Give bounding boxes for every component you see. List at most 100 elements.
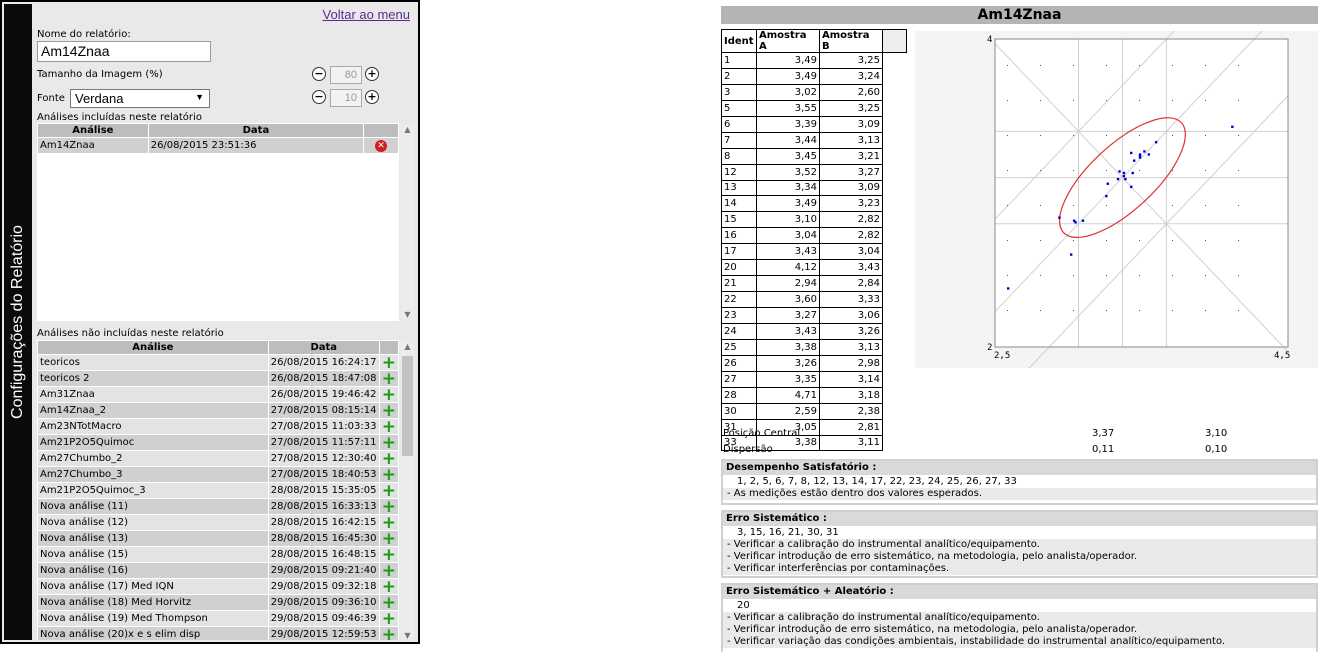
analysis-name: Nova análise (19) Med Thompson bbox=[37, 610, 269, 627]
image-size-decrease-button[interactable]: − bbox=[312, 67, 326, 81]
excluded-analyses-list: Análise Data teoricos 26/08/2015 16:24:17… bbox=[37, 340, 399, 640]
report-name-input[interactable]: Am14Znaa bbox=[37, 41, 211, 62]
sample-a-cell: 3,04 bbox=[756, 227, 820, 245]
table-row[interactable]: Am27Chumbo_3 27/08/2015 18:40:53 + bbox=[37, 466, 399, 483]
grid-dot bbox=[1238, 205, 1239, 206]
add-icon[interactable]: + bbox=[378, 610, 399, 627]
grid-dot bbox=[1106, 65, 1107, 66]
add-icon[interactable]: + bbox=[378, 530, 399, 547]
grid-dot bbox=[1040, 100, 1041, 101]
add-icon[interactable]: + bbox=[378, 418, 399, 435]
table-row[interactable]: Am31Znaa 26/08/2015 19:46:42 + bbox=[37, 386, 399, 403]
table-row[interactable]: Nova análise (15) 28/08/2015 16:48:15 + bbox=[37, 546, 399, 563]
analysis-date: 26/08/2015 18:47:08 bbox=[267, 370, 380, 387]
grid-dot bbox=[1073, 310, 1074, 311]
analysis-name: Am23NTotMacro bbox=[37, 418, 269, 435]
analysis-date: 27/08/2015 11:57:11 bbox=[267, 434, 380, 451]
add-icon[interactable]: + bbox=[378, 370, 399, 387]
x-tick-max: 4,5 bbox=[1274, 351, 1290, 361]
grid-dot bbox=[1205, 205, 1206, 206]
add-icon[interactable]: + bbox=[378, 354, 399, 371]
finding-ids: 3, 15, 16, 21, 30, 31 bbox=[737, 527, 839, 538]
included-list-scrollbar[interactable]: ▲ ▼ bbox=[401, 125, 414, 319]
scrollbar-thumb[interactable] bbox=[402, 356, 413, 456]
scroll-up-arrow[interactable]: ▲ bbox=[401, 125, 414, 134]
data-point bbox=[1122, 174, 1126, 178]
add-icon[interactable]: + bbox=[378, 562, 399, 579]
add-icon[interactable]: + bbox=[378, 594, 399, 611]
data-point bbox=[1074, 221, 1077, 224]
table-row[interactable]: Am27Chumbo_2 27/08/2015 12:30:40 + bbox=[37, 450, 399, 467]
add-icon[interactable]: + bbox=[378, 514, 399, 531]
table-row[interactable]: Am14Znaa_2 27/08/2015 08:15:14 + bbox=[37, 402, 399, 419]
grid-dot bbox=[1172, 275, 1173, 276]
scroll-down-arrow[interactable]: ▼ bbox=[401, 310, 414, 319]
y-tick-max: 4 bbox=[987, 35, 992, 45]
finding-box-systematic: Erro Sistemático : 3, 15, 16, 21, 30, 31… bbox=[721, 510, 1318, 578]
finding-note: - Verificar introdução de erro sistemáti… bbox=[723, 551, 1316, 563]
back-to-menu-link[interactable]: Voltar ao menu bbox=[323, 7, 410, 22]
table-row[interactable]: Nova análise (18) Med Horvitz 29/08/2015 … bbox=[37, 594, 399, 611]
analysis-name: Am21P2O5Quimoc bbox=[37, 434, 269, 451]
grid-dot bbox=[1073, 240, 1074, 241]
table-row: 27 3,35 3,14 bbox=[721, 370, 907, 388]
table-row[interactable]: Nova análise (19) Med Thompson 29/08/2015… bbox=[37, 610, 399, 627]
excluded-list-scrollbar[interactable]: ▲ ▼ bbox=[401, 342, 414, 640]
font-size-field[interactable]: 10 bbox=[330, 89, 362, 107]
add-icon[interactable]: + bbox=[378, 482, 399, 499]
finding-note: - Verificar a calibração do instrumental… bbox=[723, 539, 1316, 551]
central-position-a: 3,37 bbox=[1092, 428, 1115, 439]
add-icon[interactable]: + bbox=[378, 546, 399, 563]
table-row[interactable]: teoricos 2 26/08/2015 18:47:08 + bbox=[37, 370, 399, 387]
dispersion-label: Dispersão bbox=[723, 444, 773, 455]
add-icon[interactable]: + bbox=[378, 386, 399, 403]
table-row[interactable]: Am21P2O5Quimoc 27/08/2015 11:57:11 + bbox=[37, 434, 399, 451]
table-row[interactable]: Nova análise (11) 28/08/2015 16:33:13 + bbox=[37, 498, 399, 515]
report-name-label: Nome do relatório: bbox=[37, 29, 131, 40]
table-row[interactable]: Am21P2O5Quimoc_3 28/08/2015 15:35:05 + bbox=[37, 482, 399, 499]
report-settings-panel: Configurações do Relatório Voltar ao men… bbox=[0, 0, 420, 644]
settings-vertical-tab[interactable]: Configurações do Relatório bbox=[4, 4, 32, 640]
table-row[interactable]: Nova análise (17) Med IQN 29/08/2015 09:3… bbox=[37, 578, 399, 595]
grid-dot bbox=[1205, 135, 1206, 136]
font-size-increase-button[interactable]: + bbox=[365, 90, 379, 104]
sample-b-cell: 3,33 bbox=[819, 291, 883, 308]
finding-note: - Verificar variação das condições ambie… bbox=[723, 636, 1316, 648]
add-icon[interactable]: + bbox=[378, 498, 399, 515]
analysis-date: 27/08/2015 08:15:14 bbox=[267, 402, 380, 419]
add-icon[interactable]: + bbox=[378, 402, 399, 419]
grid-dot bbox=[1205, 275, 1206, 276]
sample-b-cell: 3,43 bbox=[819, 259, 883, 277]
sample-b-cell: 2,38 bbox=[819, 402, 883, 420]
table-row[interactable]: Nova análise (20)x e s elim disp 29/08/20… bbox=[37, 626, 399, 640]
grid-dot bbox=[1007, 65, 1008, 66]
analysis-name: teoricos bbox=[37, 354, 269, 371]
font-select-value: Verdana bbox=[75, 91, 124, 106]
add-icon[interactable]: + bbox=[378, 450, 399, 467]
table-row[interactable]: Nova análise (12) 28/08/2015 16:42:15 + bbox=[37, 514, 399, 531]
analysis-date: 28/08/2015 16:48:15 bbox=[267, 546, 380, 563]
grid-dot bbox=[1073, 275, 1074, 276]
font-size-decrease-button[interactable]: − bbox=[312, 90, 326, 104]
add-icon[interactable]: + bbox=[378, 466, 399, 483]
table-row: 1 3,49 3,25 bbox=[721, 52, 907, 69]
finding-box-satisfactory: Desempenho Satisfatório : 1, 2, 5, 6, 7,… bbox=[721, 459, 1318, 505]
add-icon[interactable]: + bbox=[378, 578, 399, 595]
image-size-increase-button[interactable]: + bbox=[365, 67, 379, 81]
table-row[interactable]: teoricos 26/08/2015 16:24:17 + bbox=[37, 354, 399, 371]
font-select[interactable]: Verdana ▼ bbox=[70, 89, 210, 108]
sample-b-cell: 3,11 bbox=[819, 434, 883, 452]
ident-cell: 27 bbox=[721, 370, 757, 388]
grid-dot bbox=[1106, 275, 1107, 276]
table-row[interactable]: Nova análise (13) 28/08/2015 16:45:30 + bbox=[37, 530, 399, 547]
table-row[interactable]: Am14Znaa 26/08/2015 23:51:36 ✕ bbox=[37, 137, 399, 154]
scroll-up-arrow[interactable]: ▲ bbox=[401, 342, 414, 351]
table-row[interactable]: Am23NTotMacro 27/08/2015 11:03:33 + bbox=[37, 418, 399, 435]
add-icon[interactable]: + bbox=[378, 626, 399, 640]
data-point bbox=[1132, 159, 1136, 162]
add-icon[interactable]: + bbox=[378, 434, 399, 451]
image-size-field[interactable]: 80 bbox=[330, 66, 362, 84]
table-row[interactable]: Nova análise (16) 29/08/2015 09:21:40 + bbox=[37, 562, 399, 579]
scroll-down-arrow[interactable]: ▼ bbox=[401, 631, 414, 640]
remove-icon[interactable]: ✕ bbox=[375, 139, 388, 152]
